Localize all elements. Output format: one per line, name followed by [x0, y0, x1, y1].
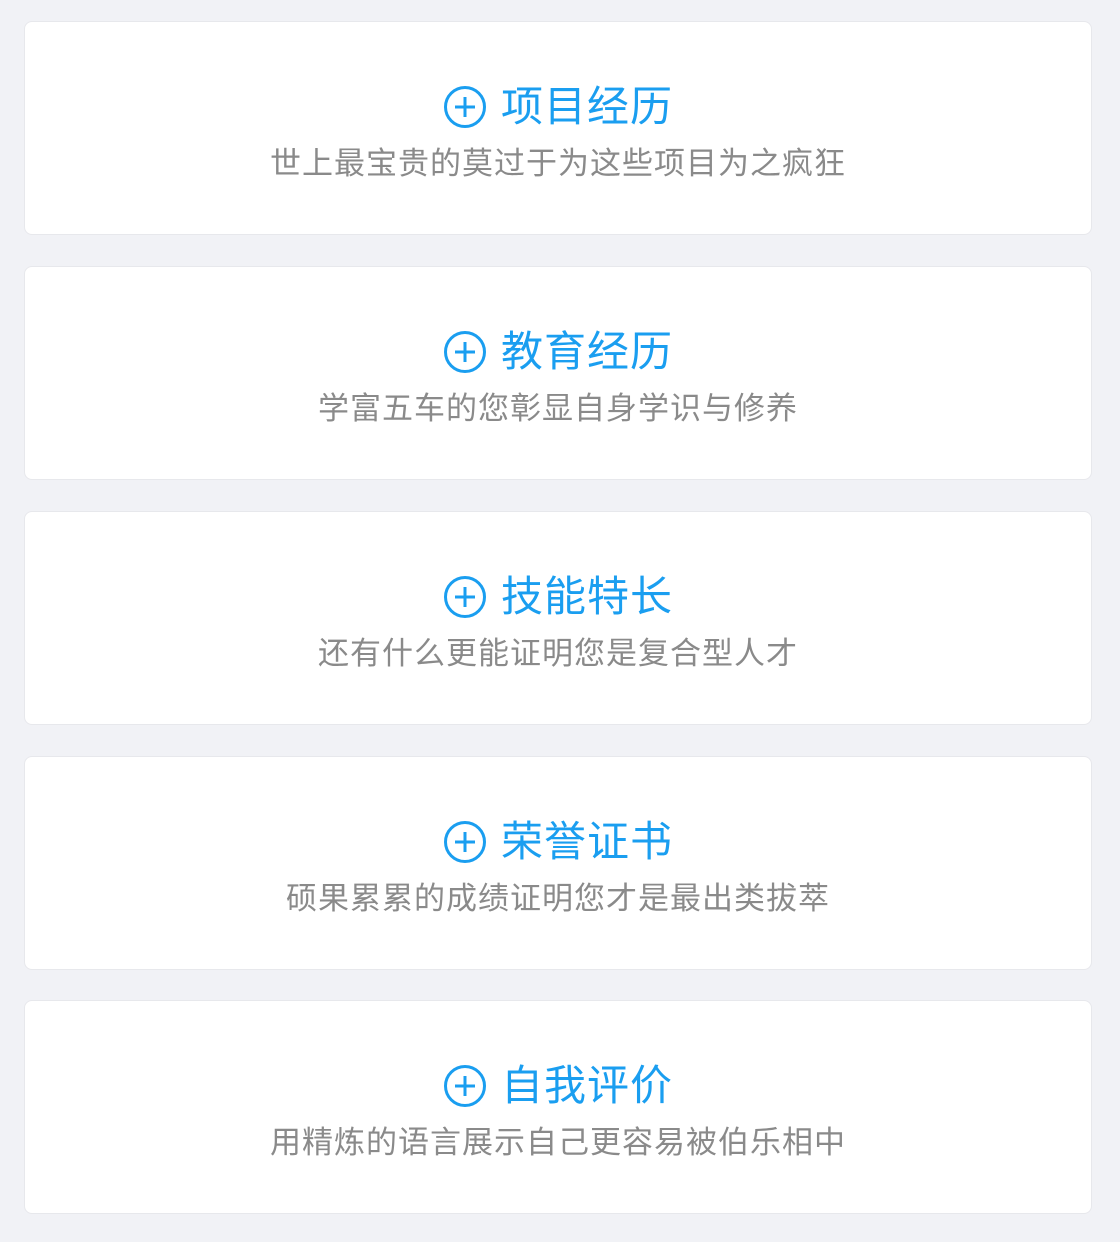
card-education-experience[interactable]: 教育经历 学富五车的您彰显自身学识与修养 [24, 266, 1092, 480]
card-subtitle: 用精炼的语言展示自己更容易被伯乐相中 [270, 1125, 846, 1161]
card-title-row: 技能特长 [25, 570, 1091, 624]
card-title-row: 项目经历 [25, 80, 1091, 134]
plus-circle-icon [443, 820, 487, 864]
card-title: 技能特长 [500, 572, 673, 621]
card-title: 荣誉证书 [500, 817, 673, 866]
card-title-row: 荣誉证书 [25, 815, 1091, 869]
card-subtitle: 硕果累累的成绩证明您才是最出类拔萃 [286, 881, 830, 917]
card-skills[interactable]: 技能特长 还有什么更能证明您是复合型人才 [24, 511, 1092, 725]
card-subtitle: 还有什么更能证明您是复合型人才 [318, 636, 798, 672]
plus-circle-icon [443, 330, 487, 374]
plus-circle-icon [443, 575, 487, 619]
card-subtitle: 学富五车的您彰显自身学识与修养 [318, 391, 798, 427]
plus-circle-icon [443, 1064, 487, 1108]
card-title: 教育经历 [500, 327, 673, 376]
card-title: 自我评价 [500, 1061, 673, 1110]
card-subtitle: 世上最宝贵的莫过于为这些项目为之疯狂 [270, 146, 846, 182]
card-title-row: 教育经历 [25, 325, 1091, 379]
plus-circle-icon [443, 85, 487, 129]
card-project-experience[interactable]: 项目经历 世上最宝贵的莫过于为这些项目为之疯狂 [24, 21, 1092, 235]
card-self-evaluation[interactable]: 自我评价 用精炼的语言展示自己更容易被伯乐相中 [24, 1000, 1092, 1214]
card-certificates[interactable]: 荣誉证书 硕果累累的成绩证明您才是最出类拔萃 [24, 756, 1092, 970]
card-title-row: 自我评价 [25, 1059, 1091, 1113]
card-title: 项目经历 [500, 82, 673, 131]
